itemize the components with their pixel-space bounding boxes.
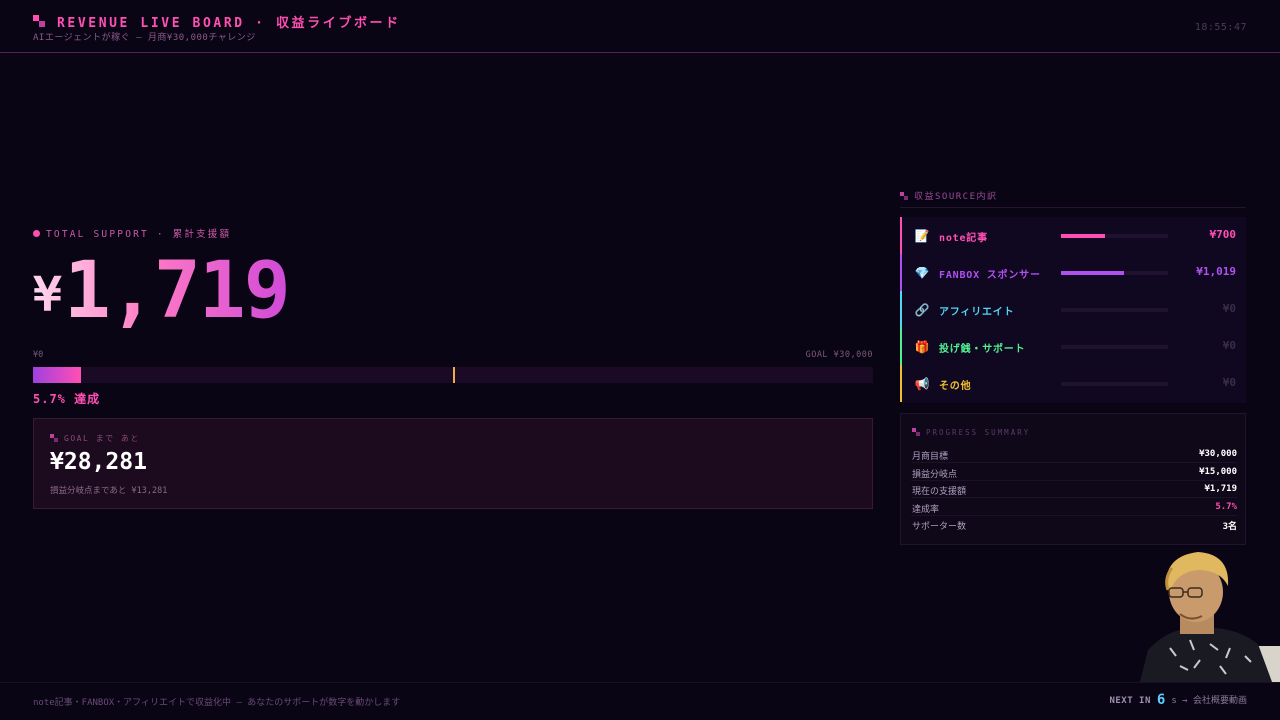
- source-name: その他: [939, 381, 972, 392]
- progress-summary-card: PROGRESS SUMMARY 月商目標 ¥30,000 損益分岐点 ¥15,000…: [900, 413, 1246, 545]
- header-bar: REVENUE LIVE BOARD · 収益ライブボード AIエージェントが稼…: [0, 0, 1280, 53]
- logo-icon: [33, 15, 45, 27]
- breakeven-marker: [453, 367, 455, 383]
- source-name: FANBOX スポンサー: [939, 270, 1041, 281]
- summary-key: サポーター数: [912, 522, 967, 532]
- source-color-edge: [900, 291, 902, 328]
- source-bar-fill: [1061, 234, 1105, 238]
- source-bar-fill: [1061, 271, 1125, 275]
- summary-key: 現在の支援額: [912, 487, 967, 497]
- source-row: 📝 note記事 ¥700: [900, 217, 1246, 254]
- source-bar: [1061, 308, 1168, 312]
- summary-row: 損益分岐点 ¥15,000: [911, 464, 1237, 481]
- progress-percent: 5.7% 達成: [33, 392, 101, 406]
- source-bar: [1061, 382, 1168, 386]
- pixel-mark-icon: [50, 434, 58, 442]
- source-row: 💎 FANBOX スポンサー ¥1,019: [900, 254, 1246, 291]
- summary-key: 月商目標: [912, 452, 949, 462]
- source-amount: ¥1,019: [1196, 265, 1236, 278]
- source-name: アフィリエイト: [939, 307, 1015, 318]
- source-color-edge: [900, 254, 902, 291]
- breakeven-remaining: 損益分岐点まであと ¥13,281: [50, 486, 168, 496]
- goal-remaining-label: GOAL まで あと: [50, 433, 140, 444]
- link-icon: 🔗: [914, 303, 930, 317]
- source-list: 📝 note記事 ¥700 💎 FANBOX スポンサー ¥1,019 🔗 アフィリエイト ¥0…: [900, 217, 1246, 403]
- source-bar: [1061, 234, 1168, 238]
- megaphone-icon: 📢: [914, 377, 930, 391]
- summary-value: ¥30,000: [1199, 449, 1237, 459]
- source-bar: [1061, 345, 1168, 349]
- pixel-mark-icon: [912, 428, 920, 436]
- summary-value: 3名: [1222, 522, 1237, 532]
- total-support-label: TOTAL SUPPORT · 累計支援額: [33, 226, 231, 240]
- webcam-overlay: [1140, 548, 1280, 682]
- goal-progress-bar: [33, 367, 873, 383]
- pixel-mark-icon: [900, 192, 908, 200]
- next-countdown: NEXT IN 6 s → 会社概要動画: [1109, 692, 1247, 708]
- gift-icon: 🎁: [914, 340, 930, 354]
- page-title: REVENUE LIVE BOARD · 収益ライブボード: [57, 16, 401, 31]
- total-amount: ¥1,719: [33, 246, 291, 336]
- source-name: 投げ銭・サポート: [939, 344, 1026, 355]
- source-amount: ¥0: [1222, 302, 1236, 315]
- source-color-edge: [900, 328, 902, 365]
- live-dot-icon: [33, 230, 40, 237]
- progress-min-label: ¥0: [33, 350, 44, 360]
- gem-icon: 💎: [914, 266, 930, 280]
- source-row: 🎁 投げ銭・サポート ¥0: [900, 328, 1246, 365]
- summary-title: PROGRESS SUMMARY: [912, 428, 1030, 437]
- summary-row: 達成率 5.7%: [911, 499, 1237, 516]
- source-row: 🔗 アフィリエイト ¥0: [900, 291, 1246, 328]
- source-amount: ¥0: [1222, 376, 1236, 389]
- page-subtitle: AIエージェントが稼ぐ — 月商¥30,000チャレンジ: [33, 33, 256, 43]
- summary-key: 損益分岐点: [912, 469, 958, 480]
- summary-row: サポーター数 3名: [911, 516, 1237, 533]
- summary-row: 月商目標 ¥30,000: [911, 446, 1237, 463]
- source-color-edge: [900, 365, 902, 402]
- progress-fill: [33, 367, 81, 383]
- source-amount: ¥0: [1222, 339, 1236, 352]
- source-breakdown-title: 収益SOURCE内訳: [900, 189, 1246, 208]
- goal-remaining-amount: ¥28,281: [50, 449, 147, 475]
- source-amount: ¥700: [1209, 228, 1237, 241]
- source-name: note記事: [939, 233, 988, 244]
- summary-value: ¥15,000: [1199, 466, 1237, 477]
- summary-value: ¥1,719: [1204, 484, 1237, 494]
- footer-bar: note記事・FANBOX・アフィリエイトで収益化中 — あなたのサポートが数字…: [0, 682, 1280, 720]
- source-color-edge: [900, 217, 902, 254]
- presenter-image: [1140, 552, 1280, 682]
- summary-value: 5.7%: [1215, 501, 1237, 512]
- summary-row: 現在の支援額 ¥1,719: [911, 481, 1237, 498]
- goal-remaining-card: GOAL まで あと ¥28,281 損益分岐点まであと ¥13,281: [33, 418, 873, 509]
- source-row: 📢 その他 ¥0: [900, 365, 1246, 402]
- source-bar: [1061, 271, 1168, 275]
- summary-key: 達成率: [912, 504, 940, 515]
- clock: 18:55:47: [1194, 22, 1247, 33]
- footer-message: note記事・FANBOX・アフィリエイトで収益化中 — あなたのサポートが数字…: [33, 698, 401, 708]
- progress-goal-label: GOAL ¥30,000: [805, 350, 873, 360]
- countdown-seconds: 6: [1156, 692, 1166, 708]
- memo-icon: 📝: [914, 229, 930, 243]
